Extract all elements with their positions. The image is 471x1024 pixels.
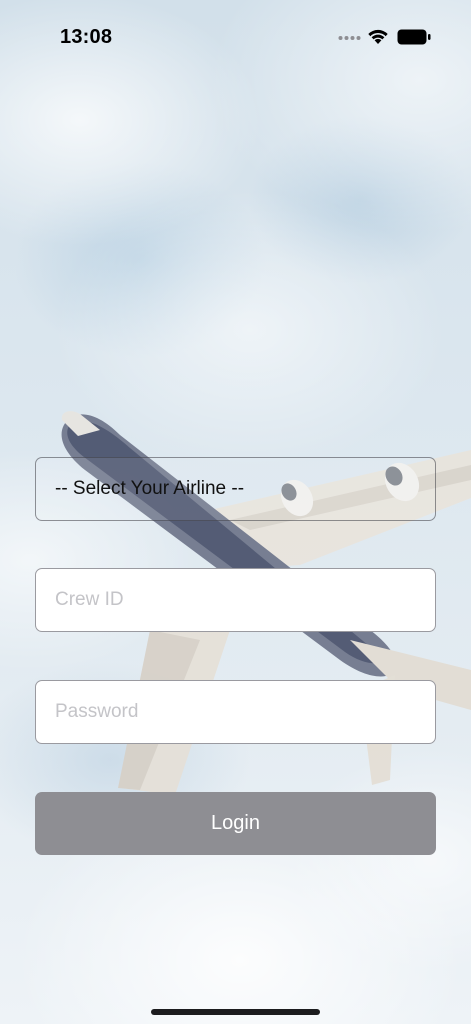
battery-icon bbox=[397, 29, 431, 45]
crew-id-field-container bbox=[35, 568, 436, 632]
crew-id-input[interactable] bbox=[36, 569, 435, 631]
airline-select-value: -- Select Your Airline -- bbox=[55, 478, 245, 499]
status-bar: 13:08 bbox=[0, 0, 471, 76]
wifi-icon bbox=[368, 29, 388, 44]
login-screen: 13:08 -- Select Your Airline -- Login bbox=[0, 0, 471, 1024]
password-input[interactable] bbox=[36, 681, 435, 743]
signal-dots-icon bbox=[338, 36, 361, 40]
home-indicator[interactable] bbox=[151, 1009, 320, 1015]
status-time: 13:08 bbox=[60, 26, 113, 48]
airline-select[interactable]: -- Select Your Airline -- bbox=[35, 457, 436, 521]
password-field-container bbox=[35, 680, 436, 744]
login-button[interactable]: Login bbox=[35, 792, 436, 855]
